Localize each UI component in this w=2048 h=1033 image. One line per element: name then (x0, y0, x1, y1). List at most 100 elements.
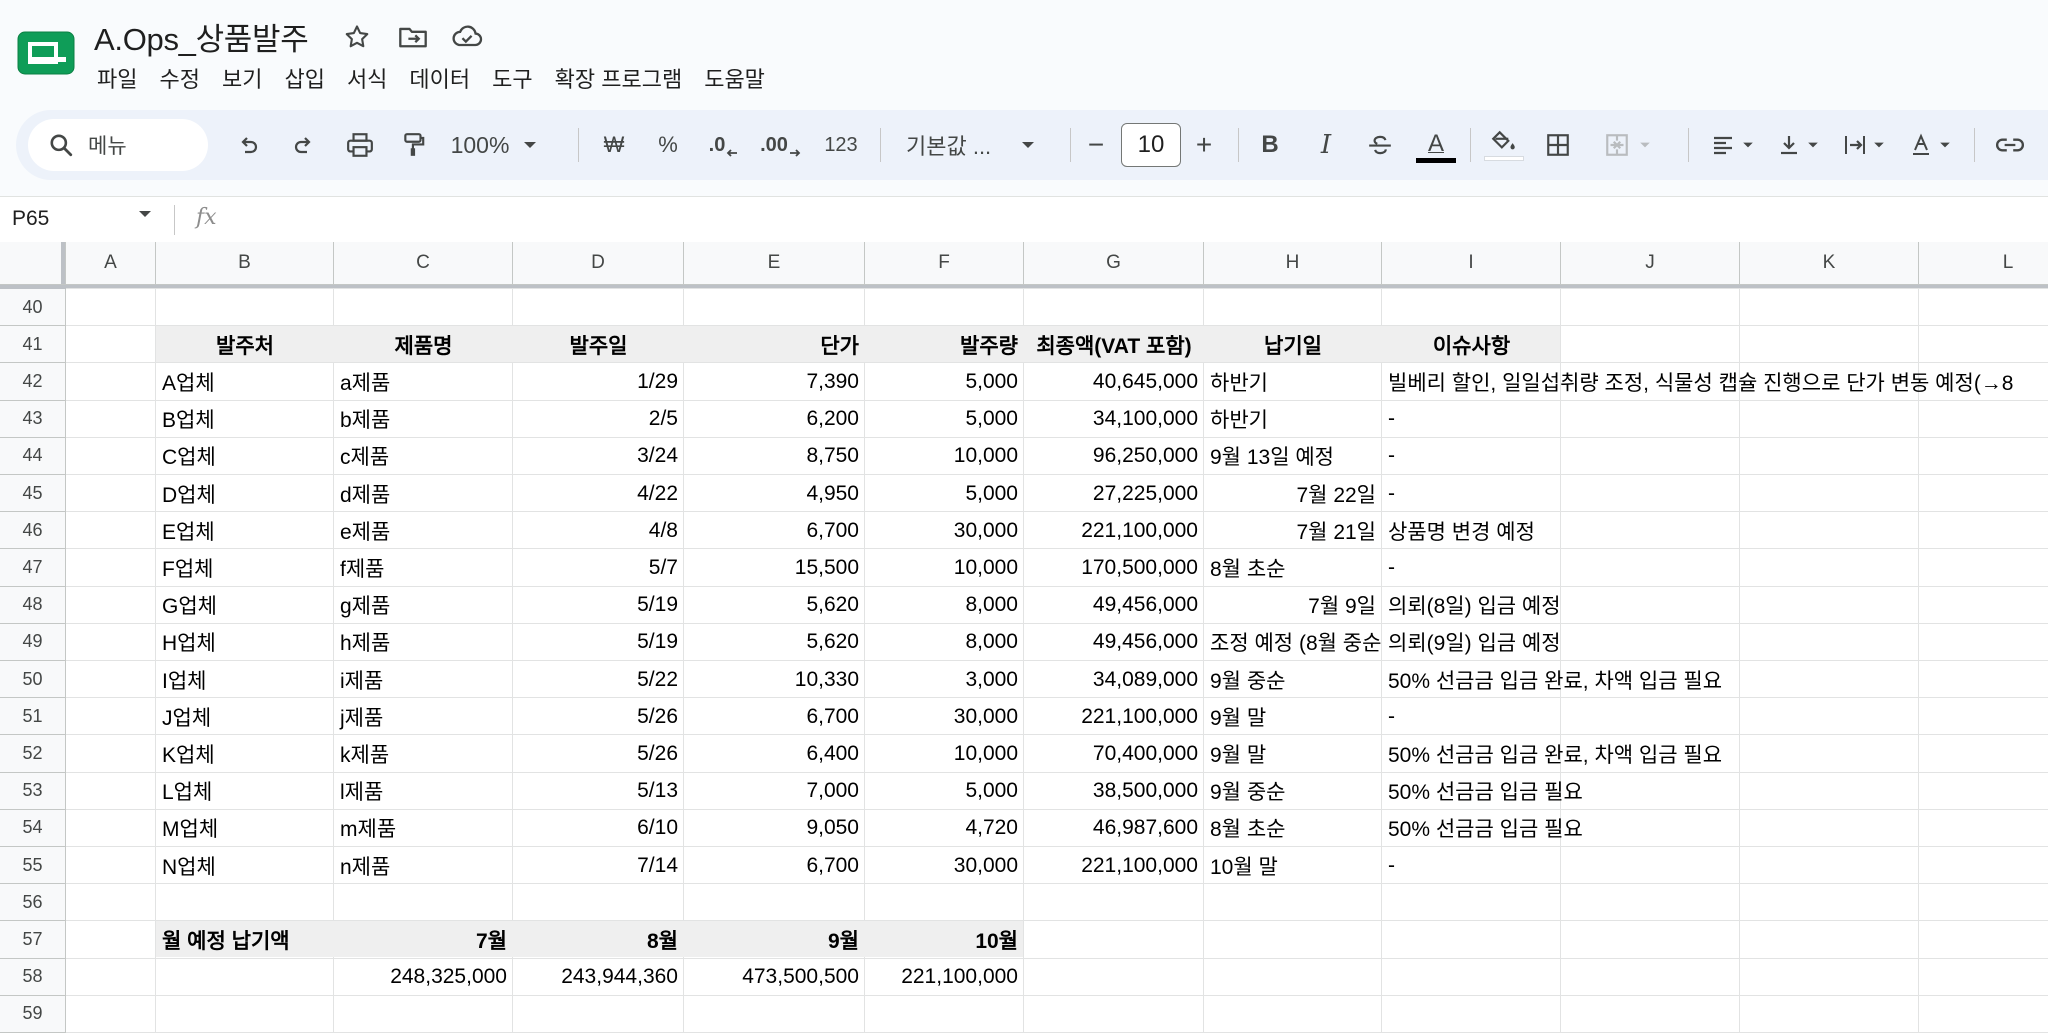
cell-quantity[interactable]: 30,000 (865, 847, 1024, 884)
cell-vendor[interactable]: I업체 (156, 661, 334, 698)
cell-order-date[interactable]: 5/7 (513, 549, 684, 586)
cell-quantity[interactable]: 8,000 (865, 587, 1024, 624)
cell-order-date[interactable]: 3/24 (513, 438, 684, 475)
row-header-52[interactable]: 52 (0, 735, 66, 773)
cell-vendor[interactable]: N업체 (156, 847, 334, 884)
cell-vendor[interactable]: E업체 (156, 512, 334, 549)
cell-issue[interactable]: 의뢰(9일) 입금 예정 (1382, 624, 2048, 661)
cell-product[interactable]: n제품 (334, 847, 513, 884)
cell-order-date[interactable]: 5/22 (513, 661, 684, 698)
column-header-k[interactable]: K (1740, 242, 1919, 285)
text-color-button[interactable]: A (1414, 110, 1458, 180)
insert-link-icon[interactable] (1988, 110, 2032, 180)
row-header-43[interactable]: 43 (0, 400, 66, 438)
cell-final-amount[interactable]: 221,100,000 (1024, 698, 1204, 735)
cell-due-date[interactable]: 8월 초순 (1204, 810, 1382, 847)
print-icon[interactable] (338, 110, 382, 180)
cell-issue[interactable]: 상품명 변경 예정 (1382, 512, 2048, 549)
cell-unit-price[interactable]: 15,500 (684, 549, 865, 586)
cell-vendor[interactable]: H업체 (156, 624, 334, 661)
column-header-d[interactable]: D (513, 242, 684, 285)
cell-product[interactable]: k제품 (334, 735, 513, 772)
cell-order-date[interactable]: 5/19 (513, 587, 684, 624)
cell-due-date[interactable]: 조정 예정 (8월 중순 (1204, 624, 1382, 661)
row-header-47[interactable]: 47 (0, 549, 66, 587)
summary-month-1[interactable]: 7월 (334, 921, 513, 958)
chevron-down-icon[interactable] (138, 209, 152, 219)
cell-issue[interactable]: - (1382, 847, 2048, 884)
header-product[interactable]: 제품명 (334, 326, 513, 363)
cell-quantity[interactable]: 30,000 (865, 698, 1024, 735)
strikethrough-icon[interactable] (1358, 110, 1402, 180)
cloud-saved-icon[interactable] (450, 20, 484, 54)
menu-help[interactable]: 도움말 (693, 58, 776, 98)
decrease-decimal-button[interactable]: .0 (702, 110, 746, 180)
cell-quantity[interactable]: 10,000 (865, 735, 1024, 772)
row-header-49[interactable]: 49 (0, 623, 66, 661)
cell-vendor[interactable]: L업체 (156, 773, 334, 810)
cell-unit-price[interactable]: 5,620 (684, 624, 865, 661)
fill-color-button[interactable] (1482, 110, 1526, 180)
header-issues[interactable]: 이슈사항 (1382, 326, 1561, 363)
cell-vendor[interactable]: M업체 (156, 810, 334, 847)
cell-issue[interactable]: 의뢰(8일) 입금 예정 (1382, 587, 2048, 624)
summary-month-2[interactable]: 8월 (513, 921, 684, 958)
cell-issue[interactable]: 50% 선금금 입금 필요 (1382, 810, 2048, 847)
cell-unit-price[interactable]: 6,700 (684, 847, 865, 884)
paint-format-icon[interactable] (392, 110, 436, 180)
cell-final-amount[interactable]: 34,100,000 (1024, 401, 1204, 438)
cell-product[interactable]: h제품 (334, 624, 513, 661)
cell-vendor[interactable]: C업체 (156, 438, 334, 475)
cell-vendor[interactable]: D업체 (156, 475, 334, 512)
horizontal-align-icon[interactable] (1702, 110, 1762, 180)
cell-quantity[interactable]: 4,720 (865, 810, 1024, 847)
cell-product[interactable]: e제품 (334, 512, 513, 549)
column-header-g[interactable]: G (1024, 242, 1204, 285)
column-header-c[interactable]: C (334, 242, 513, 285)
cell-vendor[interactable]: A업체 (156, 363, 334, 400)
cell-quantity[interactable]: 30,000 (865, 512, 1024, 549)
menu-extensions[interactable]: 확장 프로그램 (544, 58, 694, 98)
cell-order-date[interactable]: 7/14 (513, 847, 684, 884)
cell-quantity[interactable]: 10,000 (865, 549, 1024, 586)
column-header-a[interactable]: A (66, 242, 156, 285)
cell-unit-price[interactable]: 6,700 (684, 698, 865, 735)
cell-unit-price[interactable]: 7,390 (684, 363, 865, 400)
currency-format-button[interactable]: ₩ (592, 110, 636, 180)
cell-order-date[interactable]: 4/8 (513, 512, 684, 549)
cell-final-amount[interactable]: 70,400,000 (1024, 735, 1204, 772)
search-menus-input[interactable]: 메뉴 (28, 119, 208, 171)
row-header-55[interactable]: 55 (0, 847, 66, 885)
row-header-53[interactable]: 53 (0, 772, 66, 810)
cell-final-amount[interactable]: 40,645,000 (1024, 363, 1204, 400)
redo-icon[interactable] (282, 110, 326, 180)
cell-product[interactable]: f제품 (334, 549, 513, 586)
italic-button[interactable]: I (1304, 110, 1348, 180)
column-header-i[interactable]: I (1382, 242, 1561, 285)
row-header-48[interactable]: 48 (0, 586, 66, 624)
summary-month-3[interactable]: 9월 (684, 921, 865, 958)
cell-due-date[interactable]: 9월 중순 (1204, 661, 1382, 698)
cell-final-amount[interactable]: 170,500,000 (1024, 549, 1204, 586)
cell-vendor[interactable]: G업체 (156, 587, 334, 624)
cell-unit-price[interactable]: 6,200 (684, 401, 865, 438)
cell-vendor[interactable]: F업체 (156, 549, 334, 586)
column-header-l[interactable]: L (1919, 242, 2048, 285)
row-header-54[interactable]: 54 (0, 809, 66, 847)
header-quantity[interactable]: 발주량 (865, 326, 1024, 363)
column-header-e[interactable]: E (684, 242, 865, 285)
row-header-45[interactable]: 45 (0, 475, 66, 513)
cell-quantity[interactable]: 5,000 (865, 773, 1024, 810)
percent-format-button[interactable]: % (646, 110, 690, 180)
cell-unit-price[interactable]: 8,750 (684, 438, 865, 475)
cell-final-amount[interactable]: 221,100,000 (1024, 847, 1204, 884)
font-family-select[interactable]: 기본값 ... (896, 110, 1066, 180)
select-all-corner[interactable] (0, 242, 66, 285)
cell-product[interactable]: g제품 (334, 587, 513, 624)
cell-issue[interactable]: 50% 선금금 입금 완료, 차액 입금 필요 (1382, 735, 2048, 772)
cell-order-date[interactable]: 5/13 (513, 773, 684, 810)
cell-order-date[interactable]: 2/5 (513, 401, 684, 438)
more-formats-button[interactable]: 123 (816, 110, 866, 180)
cell-product[interactable]: d제품 (334, 475, 513, 512)
row-header-50[interactable]: 50 (0, 661, 66, 699)
